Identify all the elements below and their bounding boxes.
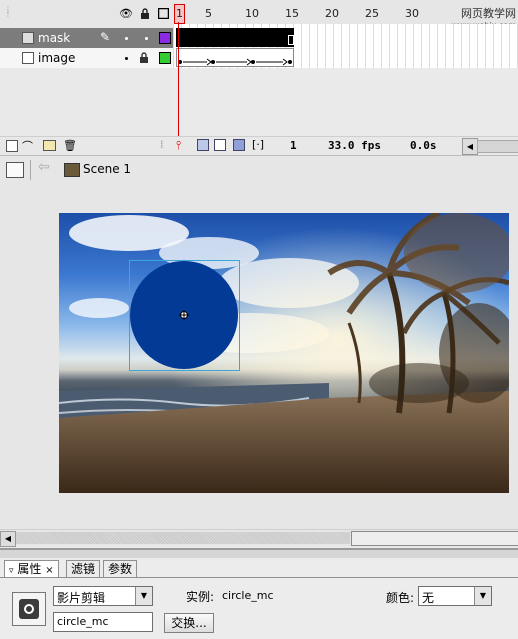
instance-name-field[interactable]: circle_mc [53,612,153,632]
layer-row-image[interactable]: image [0,48,173,68]
layer-list-empty [0,68,173,136]
instance-label: 实例: [186,590,215,604]
frame-number: 20 [325,7,339,20]
frame-ruler[interactable]: 1 5 10 15 20 25 30 [173,8,473,22]
frame-number: 5 [205,7,212,20]
timeline-toggle-icon[interactable] [6,162,24,178]
new-layer-icon[interactable] [6,140,18,152]
scene-label[interactable]: Scene 1 [83,162,131,176]
status-divider: ⁞ [160,138,164,151]
frame-number: 1 [176,7,183,20]
elapsed-time: 0.0s [410,139,437,152]
frame-number: 25 [365,7,379,20]
lock-icon[interactable] [139,8,151,20]
lock-dot[interactable] [145,37,148,40]
add-guide-icon[interactable]: ⌒ [22,138,33,154]
playhead-line [178,22,179,152]
properties-panel: ▿ 属性 × 滤镜 参数 影片剪辑 ▼ circle_mc 实例: circle… [0,548,518,639]
tab-baseline [0,577,518,578]
scene-bar: ⇦ Scene 1 [0,155,518,185]
layer-row-mask[interactable]: mask ✎ [0,28,173,48]
instance-value: circle_mc [222,589,274,602]
outline-icon[interactable] [157,7,169,20]
tab-filters[interactable]: 滤镜 [66,560,101,577]
layer-color-swatch[interactable] [159,32,171,44]
stage-hscrollbar[interactable]: ◀ [0,529,518,547]
frame-rate[interactable]: 33.0 fps [328,139,381,152]
trash-icon[interactable]: 🗑 [63,139,77,152]
new-folder-icon[interactable] [43,140,56,151]
color-effect-select[interactable]: 无 ▼ [418,586,492,606]
motion-tween-span[interactable] [176,48,294,67]
layer-icon [22,52,34,64]
chevron-down-icon[interactable]: ▼ [135,587,152,605]
pencil-icon: ✎ [100,30,111,44]
movieclip-symbol-icon [12,592,46,626]
tab-label: 属性 [17,562,42,576]
mask-frame-span[interactable] [176,28,294,47]
layer-color-swatch[interactable] [159,52,171,64]
symbol-type-value: 影片剪辑 [57,591,106,605]
panel-gripbar[interactable] [0,550,518,558]
timeline-panel: ⋮⋮ 👁 1 5 10 15 20 25 30 网页教学网 www.webjx.… [0,0,518,155]
end-keyframe [288,35,294,45]
scroll-left-arrow[interactable]: ◀ [0,531,16,547]
timeline-status-bar: ⌒ 🗑 ⁞ ⫯ [·] 1 33.0 fps 0.0s ◀ [0,136,518,155]
color-label: 颜色: [386,591,415,605]
frame-number: 30 [405,7,419,20]
edit-multiple-frames-icon[interactable] [233,139,245,151]
symbol-type-select[interactable]: 影片剪辑 ▼ [53,586,153,606]
collapse-arrow-icon[interactable]: ▿ [9,566,14,576]
visibility-dot[interactable] [125,57,128,60]
onion-markers-icon[interactable]: [·] [252,138,264,151]
instance-name-value: circle_mc [57,615,109,628]
divider [30,160,31,180]
visibility-dot[interactable] [125,37,128,40]
tab-label: 滤镜 [71,562,96,576]
onion-outline-icon[interactable] [214,139,226,151]
onion-skin-icon[interactable] [197,139,209,151]
scroll-left-arrow[interactable]: ◀ [462,138,478,155]
panel-grip[interactable]: ⋮ ⋮ [4,6,12,18]
timeline-hscroll[interactable] [477,140,518,153]
watermark-text: 网页教学网 [461,7,516,20]
registration-point-icon[interactable] [179,310,189,320]
layer-name: image [38,51,76,65]
tab-properties[interactable]: ▿ 属性 × [4,560,59,577]
frame-number: 10 [245,7,259,20]
scroll-thumb[interactable] [351,531,518,546]
center-frame-icon[interactable]: ⫯ [176,138,181,153]
beach-photo-illustration [59,213,509,493]
frame-number: 15 [285,7,299,20]
eye-icon[interactable]: 👁 [119,8,133,20]
beach-image[interactable] [59,213,509,493]
swap-button[interactable]: 交换... [164,613,214,633]
chevron-down-icon[interactable]: ▼ [474,587,491,605]
layer-name: mask [38,31,71,45]
color-effect-value: 无 [422,591,435,605]
tween-arrows [178,58,292,66]
current-frame: 1 [290,139,297,152]
lock-icon[interactable] [139,52,149,66]
mask-layer-icon [22,32,34,44]
close-icon[interactable]: × [45,565,53,576]
scene-clapper-icon [64,163,80,177]
back-arrow-icon[interactable]: ⇦ [38,159,50,175]
tab-parameters[interactable]: 参数 [103,560,138,577]
scroll-track[interactable] [16,532,350,544]
tab-label: 参数 [108,562,133,576]
